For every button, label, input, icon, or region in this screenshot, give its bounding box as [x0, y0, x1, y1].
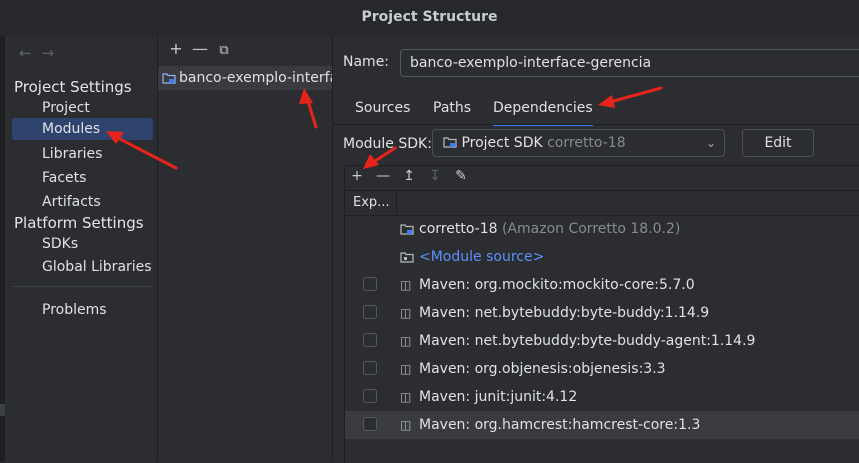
dependency-name: Maven: org.mockito:mockito-core:5.7.0 [419, 277, 695, 293]
dependency-name: Maven: org.objenesis:objenesis:3.3 [419, 361, 666, 377]
export-checkbox[interactable] [363, 277, 377, 291]
module-detail: Name: banco-exemplo-interface-gerencia S… [333, 36, 859, 463]
sdk-detail: corretto-18 [547, 135, 626, 151]
dependency-name: Maven: org.hamcrest:hamcrest-core:1.3 [419, 417, 701, 433]
edit-sdk-button[interactable]: Edit [742, 129, 814, 157]
nav-item-artifacts[interactable]: Artifacts [12, 191, 153, 213]
module-name-field[interactable]: banco-exemplo-interface-gerencia [400, 49, 859, 77]
module-list-item[interactable]: banco-exemplo-interface-gerencia [158, 66, 332, 90]
chevron-down-icon: ⌄ [705, 136, 716, 150]
dependency-row[interactable]: ◫ Maven: net.bytebuddy:byte-buddy:1.14.9 [345, 299, 859, 327]
module-folder-icon [162, 73, 176, 84]
module-name-label: banco-exemplo-interface-gerencia [179, 70, 332, 86]
dependency-row[interactable]: ◫ Maven: junit:junit:4.12 [345, 383, 859, 411]
nav-item-modules[interactable]: Modules [12, 118, 153, 140]
sdk-folder-icon [400, 224, 414, 235]
nav-item-project[interactable]: Project [12, 97, 153, 119]
dependencies-table-header: Exp... [345, 190, 859, 216]
tabs-divider [333, 124, 859, 125]
add-icon[interactable]: + [164, 39, 188, 58]
remove-dependency-icon[interactable]: — [373, 168, 393, 184]
export-column-header[interactable]: Exp... [345, 191, 397, 215]
nav-item-libraries[interactable]: Libraries [12, 143, 153, 165]
dependency-row[interactable]: ◫ Maven: org.mockito:mockito-core:5.7.0 [345, 271, 859, 299]
back-arrow-icon[interactable]: ← [19, 44, 32, 62]
dependency-name: Maven: net.bytebuddy:byte-buddy-agent:1.… [419, 333, 756, 349]
export-checkbox[interactable] [363, 389, 377, 403]
sdk-folder-icon [443, 137, 457, 148]
nav-item-facets[interactable]: Facets [12, 167, 153, 189]
dependencies-panel: + — ↥ ↧ ✎ Exp... corretto-18 (Amazon Cor… [344, 165, 859, 463]
nav-divider [12, 286, 153, 287]
name-label: Name: [343, 54, 390, 70]
platform-settings-heading: Platform Settings [14, 214, 144, 232]
nav-item-problems[interactable]: Problems [12, 299, 153, 321]
dependency-name: <Module source> [419, 249, 545, 265]
library-icon: ◫ [400, 418, 412, 432]
tab-dependencies[interactable]: Dependencies [493, 96, 593, 126]
move-down-icon[interactable]: ↧ [425, 168, 445, 184]
modules-toolbar: + — ⧉ [164, 39, 236, 61]
library-icon: ◫ [400, 306, 412, 320]
modules-panel: +—⧉ banco-exemplo-interface-gerencia [158, 36, 332, 462]
library-icon: ◫ [400, 278, 412, 292]
module-sdk-select[interactable]: Project SDK corretto-18 ⌄ [432, 129, 725, 157]
dependency-row[interactable]: ◫ Maven: org.objenesis:objenesis:3.3 [345, 355, 859, 383]
source-folder-icon [400, 252, 414, 263]
add-dependency-icon[interactable]: + [347, 168, 367, 184]
library-icon: ◫ [400, 334, 412, 348]
forward-arrow-icon[interactable]: → [42, 44, 55, 62]
dependency-name: Maven: net.bytebuddy:byte-buddy:1.14.9 [419, 305, 710, 321]
copy-icon[interactable]: ⧉ [212, 43, 236, 58]
settings-nav: ← → Project Settings Project Modules Libr… [5, 36, 157, 462]
dependency-row-selected[interactable]: ◫ Maven: org.hamcrest:hamcrest-core:1.3 [345, 411, 859, 439]
project-settings-heading: Project Settings [14, 78, 132, 96]
title-bar: Project Structure [0, 0, 859, 36]
export-checkbox[interactable] [363, 305, 377, 319]
dependency-row-sdk[interactable]: corretto-18 (Amazon Corretto 18.0.2) [345, 215, 859, 243]
nav-item-sdks[interactable]: SDKs [12, 233, 153, 255]
library-icon: ◫ [400, 390, 412, 404]
remove-icon[interactable]: — [188, 39, 212, 58]
sdk-value: Project SDK [461, 135, 543, 151]
dependency-row[interactable]: ◫ Maven: net.bytebuddy:byte-buddy-agent:… [345, 327, 859, 355]
history-arrows: ← → [19, 44, 64, 62]
nav-item-global-libraries[interactable]: Global Libraries [12, 256, 153, 278]
tab-sources[interactable]: Sources [355, 96, 410, 124]
export-checkbox[interactable] [363, 333, 377, 347]
dependency-name: corretto-18 (Amazon Corretto 18.0.2) [419, 221, 681, 237]
dependencies-toolbar: + — ↥ ↧ ✎ [345, 166, 859, 190]
library-icon: ◫ [400, 362, 412, 376]
dependency-row-module-source[interactable]: <Module source> [345, 243, 859, 271]
module-sdk-label: Module SDK: [343, 136, 432, 152]
export-checkbox[interactable] [363, 361, 377, 375]
dependency-name: Maven: junit:junit:4.12 [419, 389, 578, 405]
tab-paths[interactable]: Paths [433, 96, 471, 124]
window-title: Project Structure [361, 9, 498, 25]
move-up-icon[interactable]: ↥ [399, 168, 419, 184]
edit-dependency-icon[interactable]: ✎ [451, 168, 471, 184]
export-checkbox[interactable] [363, 417, 377, 431]
